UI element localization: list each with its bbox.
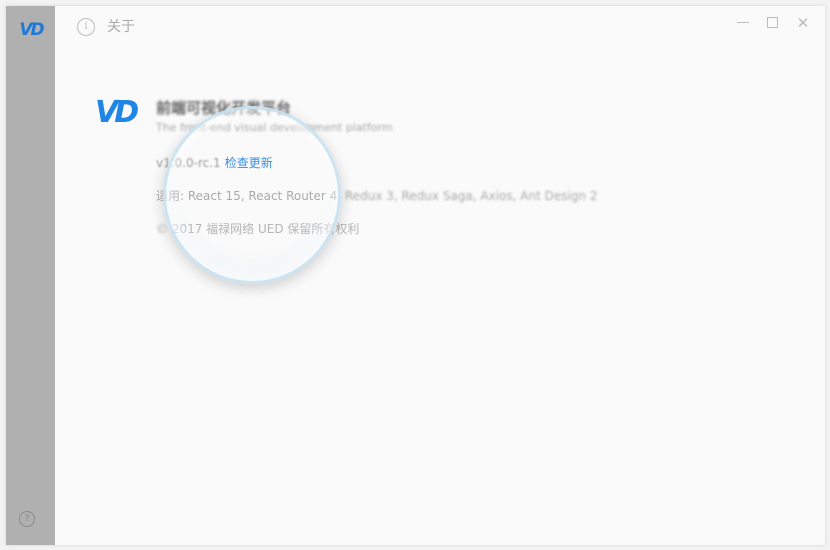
app-description: The front-end visual development platfor… xyxy=(156,121,393,134)
window-title: 关于 xyxy=(107,19,135,35)
title-bar: i 关于 — ✕ xyxy=(55,6,825,48)
check-update-link[interactable]: 检查更新 xyxy=(225,156,273,170)
minimize-icon[interactable]: — xyxy=(735,15,751,31)
copyright-line: © 2017 福禄网络 UED 保留所有权利 xyxy=(156,220,359,237)
close-icon[interactable]: ✕ xyxy=(795,15,811,31)
info-icon: i xyxy=(77,18,95,36)
applies-blurred-text: Redux 3, Redux Saga, Axios, Ant Design 2 xyxy=(341,189,598,203)
about-content: VD 前端可视化开发平台 The front-end visual develo… xyxy=(55,48,825,545)
app-name: 前端可视化开发平台 xyxy=(156,99,292,117)
sidebar-logo[interactable]: VD xyxy=(15,20,47,40)
applies-to-line: 适用: React 15, React Router 4, Redux 3, R… xyxy=(156,187,597,204)
sidebar: VD ? xyxy=(6,6,55,545)
copyright-text: 2017 福禄网络 UED 保留所有权利 xyxy=(171,222,360,236)
applies-visible-text: React 15, React Router 4, xyxy=(184,189,342,203)
applies-prefix: 适用: xyxy=(156,189,185,203)
version-line: v1.0.0-rc.1 检查更新 xyxy=(156,154,273,171)
maximize-icon[interactable] xyxy=(764,15,780,31)
app-logo: VD xyxy=(95,95,139,130)
about-window: VD ? i 关于 — ✕ VD 前端可视化开发平台 The front-end… xyxy=(6,6,825,545)
version-text: v1.0.0-rc.1 xyxy=(156,156,221,170)
copyright-symbol: © xyxy=(156,222,172,236)
help-circle-icon[interactable]: ? xyxy=(19,511,35,527)
